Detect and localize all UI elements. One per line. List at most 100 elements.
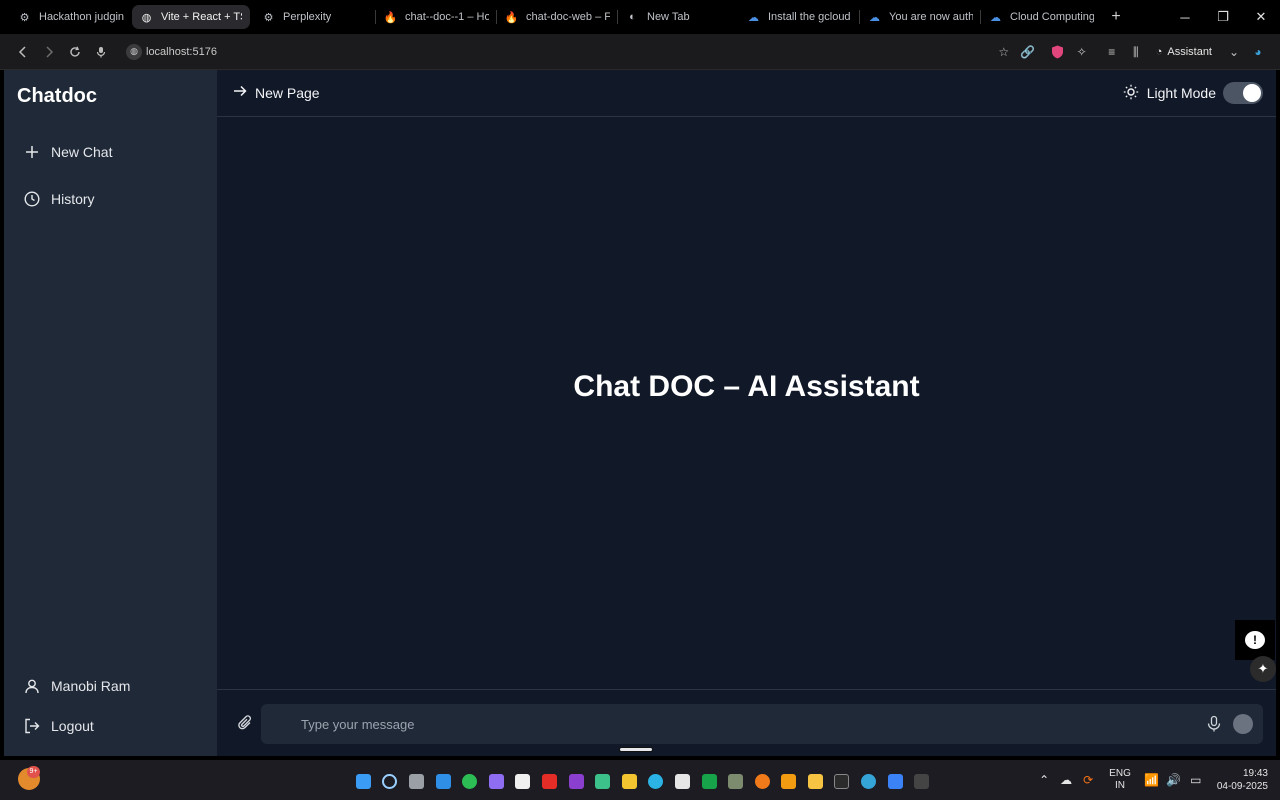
whatsapp-icon[interactable]: [456, 768, 483, 794]
search-icon[interactable]: [377, 768, 404, 794]
restore-icon[interactable]: ❐: [1204, 0, 1242, 34]
tab-perplexity[interactable]: ⚙ Perplexity: [254, 5, 376, 29]
light-mode-toggle[interactable]: [1223, 82, 1263, 104]
sublime-icon[interactable]: [776, 768, 803, 794]
message-input[interactable]: [301, 704, 1181, 744]
new-chat-button[interactable]: New Chat: [24, 144, 112, 160]
light-mode-label: Light Mode: [1146, 85, 1216, 101]
sparkle-icon: ✦: [1257, 661, 1269, 676]
clock[interactable]: 19:43 04-09-2025: [1217, 767, 1268, 793]
chatgpt-icon[interactable]: [669, 768, 696, 794]
new-page-button[interactable]: New Page: [233, 84, 320, 101]
bookmark-star-icon[interactable]: ☆: [992, 40, 1016, 64]
tab-chat-doc-web[interactable]: 🔥 chat-doc-web – Fi: [497, 5, 618, 29]
url-text: localhost:5176: [146, 45, 217, 58]
logout-icon: [24, 718, 40, 734]
tab-label: Vite + React + TS: [161, 11, 242, 23]
browser-tab-strip: ⚙ Hackathon judging ◍ Vite + React + TS …: [0, 0, 1280, 34]
microphone-icon[interactable]: [88, 39, 114, 65]
notepad-icon[interactable]: [696, 768, 723, 794]
language-region: IN: [1115, 780, 1125, 791]
volume-icon[interactable]: 🔊: [1163, 773, 1185, 787]
sparkle-assistant-button[interactable]: ✦: [1250, 656, 1276, 682]
firefox-icon[interactable]: [749, 768, 776, 794]
tab-now-authenticated[interactable]: ☁ You are now authe: [860, 5, 981, 29]
reading-list-icon[interactable]: ≡: [1100, 40, 1124, 64]
feedback-button[interactable]: !: [1235, 620, 1275, 660]
openai-icon: ⚙: [263, 11, 274, 24]
windsurf-icon[interactable]: [589, 768, 616, 794]
user-profile[interactable]: Manobi Ram: [24, 678, 130, 694]
openai-icon: ⚙: [19, 11, 30, 24]
arrow-right-icon: [233, 84, 247, 101]
copilot-icon: ◐: [629, 11, 636, 23]
back-icon[interactable]: [10, 39, 36, 65]
terminal-app-icon[interactable]: [829, 768, 856, 794]
scroll-indicator[interactable]: [619, 747, 653, 752]
profile-icon[interactable]: ◕: [1246, 40, 1270, 64]
windows-terminal-icon[interactable]: [908, 768, 935, 794]
paperclip-icon[interactable]: [237, 714, 255, 732]
url-field[interactable]: ◍ localhost:5176: [126, 43, 217, 60]
message-composer: [217, 689, 1276, 756]
tab-label: You are now authe: [889, 11, 973, 23]
tab-new-tab[interactable]: ◐ New Tab: [618, 5, 739, 29]
taskbar: 9+ ⌃ ☁ ⟳ ENG IN 📶 🔊 ▭ 19:43 04-09-2025: [0, 760, 1280, 800]
clock-icon: [24, 191, 40, 207]
wifi-icon[interactable]: 📶: [1141, 773, 1163, 787]
task-view-icon[interactable]: [403, 768, 430, 794]
toggle-knob: [1243, 84, 1261, 102]
history-button[interactable]: History: [24, 191, 95, 207]
microsoft-store-icon[interactable]: [510, 768, 537, 794]
tab-chat-doc-1[interactable]: 🔥 chat--doc--1 – Ho: [376, 5, 497, 29]
shield-extension-icon[interactable]: [1046, 40, 1070, 64]
battery-icon[interactable]: ▭: [1185, 773, 1207, 787]
sticky-notes-icon[interactable]: [616, 768, 643, 794]
android-studio-icon[interactable]: [722, 768, 749, 794]
notification-badge: 9+: [27, 766, 40, 778]
file-explorer-icon[interactable]: [802, 768, 829, 794]
main-header: New Page Light Mode: [217, 70, 1276, 117]
extensions-puzzle-icon[interactable]: ✧: [1070, 40, 1094, 64]
assistant-button[interactable]: ◔ Assistant: [1156, 46, 1212, 58]
tab-install-gcloud[interactable]: ☁ Install the gcloud: [739, 5, 860, 29]
sun-icon: [1123, 84, 1139, 103]
start-windows-icon[interactable]: [350, 768, 377, 794]
feedback-icon: !: [1245, 631, 1265, 649]
close-icon[interactable]: ✕: [1242, 0, 1280, 34]
site-info-icon[interactable]: ◍: [126, 43, 142, 60]
language-code: ENG: [1109, 768, 1131, 779]
tab-hackathon-judging[interactable]: ⚙ Hackathon judging: [10, 5, 132, 29]
chevron-down-icon[interactable]: ⌄: [1222, 40, 1246, 64]
audio-wave-icon[interactable]: ⫼: [1124, 40, 1148, 64]
tab-label: Perplexity: [283, 11, 332, 23]
google-cloud-icon: ☁: [748, 11, 759, 24]
onenote-icon[interactable]: [563, 768, 590, 794]
tab-cloud-computing[interactable]: ☁ Cloud Computing: [981, 5, 1102, 29]
microphone-icon[interactable]: [1205, 715, 1223, 733]
assistant-icon: ◔: [1155, 46, 1163, 58]
user-icon: [24, 678, 40, 694]
tab-label: Hackathon judging: [39, 11, 124, 23]
history-label: History: [51, 191, 95, 207]
copilot-icon[interactable]: [483, 768, 510, 794]
reload-icon[interactable]: [62, 39, 88, 65]
youtube-icon[interactable]: [536, 768, 563, 794]
onedrive-cloud-icon[interactable]: ☁: [1055, 773, 1077, 787]
forward-icon[interactable]: [36, 39, 62, 65]
chevron-up-icon[interactable]: ⌃: [1033, 773, 1055, 787]
new-tab-button[interactable]: +: [1102, 8, 1130, 26]
tab-label: chat-doc-web – Fi: [526, 11, 610, 23]
todo-icon[interactable]: [882, 768, 909, 794]
browser-icon[interactable]: [855, 768, 882, 794]
system-tray: ⌃ ☁ ⟳ ENG IN 📶 🔊 ▭ 19:43 04-09-2025: [1033, 760, 1280, 800]
share-link-icon[interactable]: 🔗: [1016, 40, 1040, 64]
vscode-icon[interactable]: [430, 768, 457, 794]
tab-vite-react-ts[interactable]: ◍ Vite + React + TS: [132, 5, 250, 29]
language-indicator[interactable]: ENG IN: [1109, 768, 1131, 792]
logout-button[interactable]: Logout: [24, 718, 94, 734]
minimize-icon[interactable]: ─: [1166, 0, 1204, 34]
edge-icon[interactable]: [643, 768, 670, 794]
sync-icon[interactable]: ⟳: [1077, 773, 1099, 787]
send-button[interactable]: [1233, 714, 1253, 734]
